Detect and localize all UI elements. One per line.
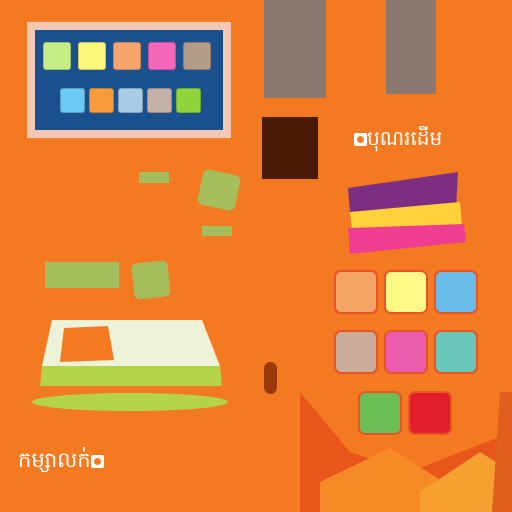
green-fragment — [45, 262, 119, 288]
green-fragment — [196, 168, 242, 212]
palette-swatch[interactable] — [176, 88, 201, 113]
mat-cutout — [60, 326, 114, 362]
right-strap — [386, 0, 436, 94]
color-grid-swatch[interactable] — [334, 270, 378, 314]
palette-swatch[interactable] — [148, 42, 176, 70]
palette-swatch[interactable] — [60, 88, 85, 113]
bottom-label-text: កម្សាលក់ — [18, 448, 91, 472]
palette-panel — [35, 30, 223, 130]
green-fragment — [131, 260, 171, 300]
badge-icon — [90, 454, 104, 468]
mat-card — [32, 320, 228, 411]
color-grid-swatch[interactable] — [434, 270, 478, 314]
color-grid-swatch[interactable] — [434, 330, 478, 374]
color-grid-swatch[interactable] — [334, 330, 378, 374]
corner-decoration — [300, 392, 512, 512]
slot-shape — [264, 362, 277, 394]
book-pink — [348, 224, 466, 254]
color-grid-swatch[interactable] — [384, 270, 428, 314]
palette-swatch[interactable] — [147, 88, 172, 113]
palette-swatch[interactable] — [183, 42, 211, 70]
color-grid-swatch[interactable] — [384, 330, 428, 374]
mat-band — [40, 366, 222, 386]
right-label: បុណរដើម — [354, 128, 442, 148]
left-strap — [264, 0, 326, 98]
bottom-label: កម្សាលក់ — [18, 450, 104, 471]
green-fragment — [202, 226, 232, 236]
palette-swatch[interactable] — [43, 42, 71, 70]
palette-swatch[interactable] — [118, 88, 143, 113]
green-fragment — [139, 172, 169, 183]
dark-square — [262, 117, 318, 179]
mat-base — [32, 393, 228, 411]
palette-swatch[interactable] — [113, 42, 141, 70]
right-label-text: បុណរដើម — [367, 126, 443, 150]
palette-swatch[interactable] — [78, 42, 106, 70]
palette-swatch[interactable] — [89, 88, 114, 113]
badge-icon — [354, 133, 367, 146]
book-stack — [348, 172, 466, 254]
